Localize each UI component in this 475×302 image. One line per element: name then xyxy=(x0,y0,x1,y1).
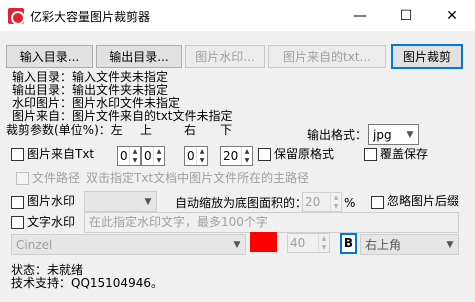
from-txt-button[interactable]: 图片来自的txt... xyxy=(268,45,386,68)
stepper-down-icon[interactable]: ▼ xyxy=(319,243,329,252)
stepper-up-icon[interactable]: ▲ xyxy=(331,193,341,202)
stepper-down-icon[interactable]: ▼ xyxy=(197,156,207,165)
support-text: 技术支持：QQ15104946。 xyxy=(11,276,163,290)
font-select[interactable]: Cinzel ▼ xyxy=(11,234,246,255)
font-size-value: 40 xyxy=(290,236,306,250)
app-logo-icon xyxy=(8,8,25,25)
keep-format-label: 保留原格式 xyxy=(274,147,335,161)
file-path-hint[interactable]: 双击指定Txt文档中图片文件所在的主路径 xyxy=(86,171,309,185)
stepper-up-icon[interactable]: ▲ xyxy=(130,147,140,156)
window-title: 亿彩大容量图片裁剪器 xyxy=(30,10,151,24)
close-icon[interactable]: ✕ xyxy=(429,0,475,31)
crop-top-stepper[interactable]: 0 ▲ ▼ xyxy=(141,146,165,166)
keep-format-checkbox[interactable] xyxy=(258,148,271,161)
crop-top-label: 上 xyxy=(140,123,153,137)
stepper-down-icon[interactable]: ▼ xyxy=(130,156,140,165)
image-watermark-select[interactable]: ▼ xyxy=(84,191,157,212)
font-value: Cinzel xyxy=(16,237,53,252)
position-value: 右上角 xyxy=(365,238,402,252)
file-path-checkbox[interactable] xyxy=(16,172,29,185)
chevron-down-icon: ▼ xyxy=(406,129,414,140)
crop-top-value: 0 xyxy=(144,149,152,163)
percent-sign: % xyxy=(344,196,356,210)
from-txt-info: 图片来自：图片文件来自的txt文件未指定 xyxy=(12,109,233,123)
stepper-down-icon[interactable]: ▼ xyxy=(154,156,164,165)
from-txt-checkbox-label: 图片来自Txt xyxy=(27,147,95,161)
crop-right-stepper[interactable]: 0 ▲ ▼ xyxy=(184,146,208,166)
watermark-image-info: 水印图片：图片水印文件未指定 xyxy=(12,96,181,110)
text-watermark-label: 文字水印 xyxy=(27,215,76,229)
image-watermark-label: 图片水印 xyxy=(27,194,76,208)
position-select[interactable]: 右上角 ▼ xyxy=(360,234,459,255)
text-watermark-checkbox[interactable] xyxy=(11,216,24,229)
crop-left-value: 0 xyxy=(120,149,128,163)
text-watermark-input[interactable]: 在此指定水印文字，最多100个字 xyxy=(84,212,459,233)
auto-scale-value: 20 xyxy=(305,195,321,209)
ignore-corner-label: 忽略图片后缀 xyxy=(387,194,460,208)
maximize-icon[interactable]: ☐ xyxy=(383,0,429,31)
bold-toggle-button[interactable]: B xyxy=(340,233,357,254)
output-format-value: jpg xyxy=(373,127,392,142)
from-txt-checkbox[interactable] xyxy=(11,148,24,161)
stepper-up-icon[interactable]: ▲ xyxy=(197,147,207,156)
crop-bottom-label: 下 xyxy=(220,123,233,137)
input-dir-info: 输入目录：输入文件夹未指定 xyxy=(12,70,169,84)
crop-bottom-value: 20 xyxy=(223,149,239,163)
overwrite-checkbox[interactable] xyxy=(364,148,377,161)
crop-params-label: 裁剪参数(单位%)：左 xyxy=(6,123,123,137)
status-text: 状态：未就绪 xyxy=(11,263,84,277)
crop-button[interactable]: 图片裁剪 xyxy=(391,44,463,69)
ignore-corner-checkbox[interactable] xyxy=(371,196,384,209)
watermark-image-button[interactable]: 图片水印... xyxy=(185,45,265,68)
overwrite-label: 覆盖保存 xyxy=(380,147,429,161)
color-swatch[interactable] xyxy=(250,232,277,252)
image-watermark-checkbox[interactable] xyxy=(11,196,24,209)
minimize-icon[interactable]: — xyxy=(337,0,383,31)
stepper-down-icon[interactable]: ▼ xyxy=(242,156,252,165)
output-dir-button[interactable]: 输出目录... xyxy=(96,45,182,68)
font-size-stepper[interactable]: 40 ▲ ▼ xyxy=(287,233,330,253)
stepper-up-icon[interactable]: ▲ xyxy=(154,147,164,156)
crop-right-value: 0 xyxy=(187,149,195,163)
auto-scale-stepper[interactable]: 20 ▲ ▼ xyxy=(302,192,342,212)
output-dir-info: 输出目录：输出文件夹未指定 xyxy=(12,83,169,97)
auto-scale-label: 自动缩放为底图面积的： xyxy=(175,196,308,210)
output-format-label: 输出格式： xyxy=(307,128,368,142)
chevron-down-icon: ▼ xyxy=(446,239,454,250)
stepper-up-icon[interactable]: ▲ xyxy=(319,234,329,243)
chevron-down-icon: ▼ xyxy=(144,196,152,207)
output-format-select[interactable]: jpg ▼ xyxy=(368,124,419,145)
crop-right-label: 右 xyxy=(184,123,197,137)
file-path-label: 文件路径 xyxy=(32,171,81,185)
crop-left-stepper[interactable]: 0 ▲ ▼ xyxy=(117,146,141,166)
input-dir-button[interactable]: 输入目录... xyxy=(6,45,93,68)
crop-bottom-stepper[interactable]: 20 ▲ ▼ xyxy=(220,146,253,166)
stepper-down-icon[interactable]: ▼ xyxy=(331,202,341,211)
chevron-down-icon: ▼ xyxy=(233,239,241,250)
stepper-up-icon[interactable]: ▲ xyxy=(242,147,252,156)
